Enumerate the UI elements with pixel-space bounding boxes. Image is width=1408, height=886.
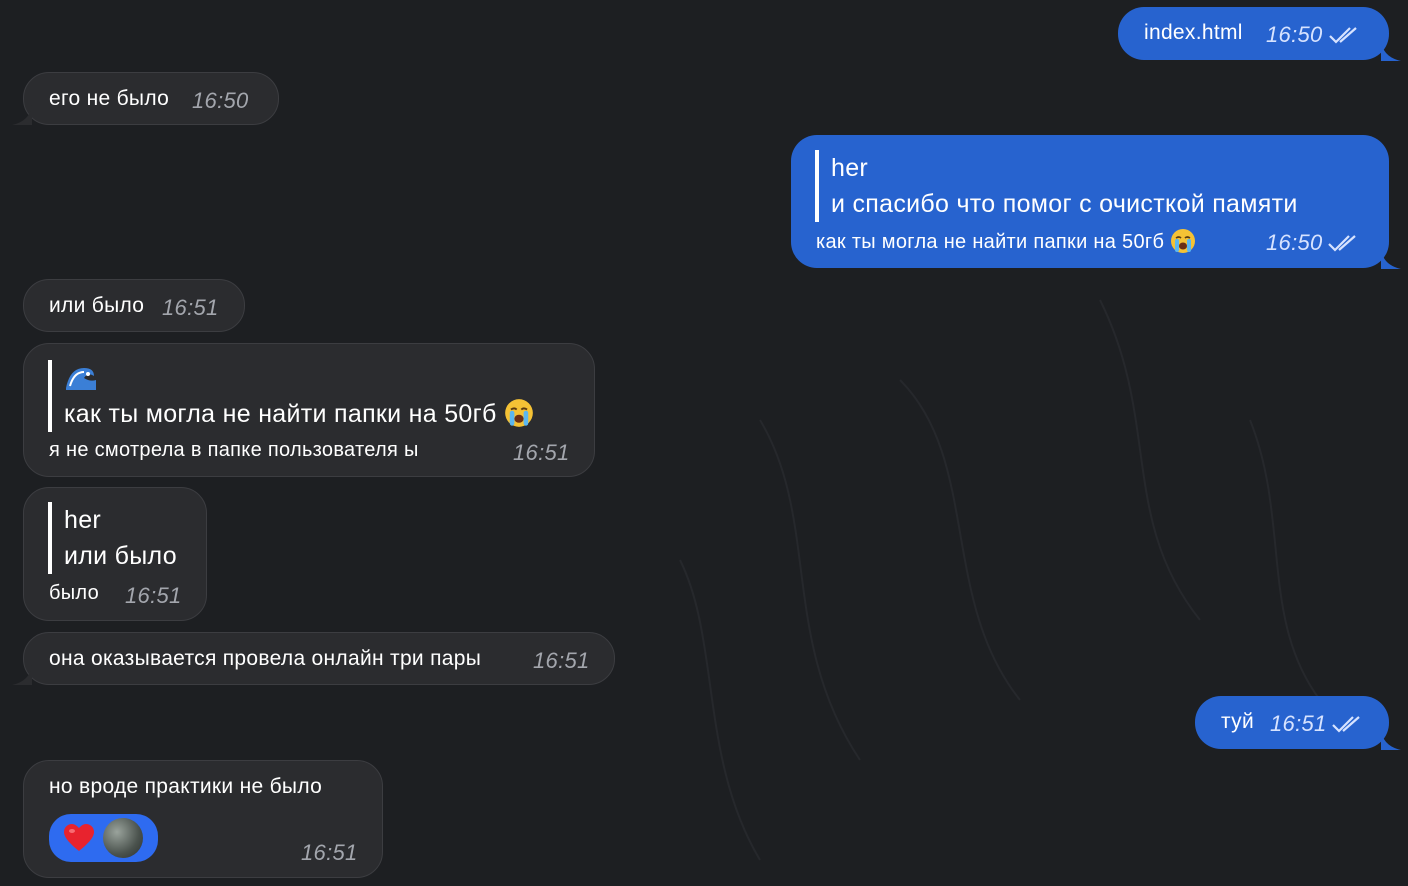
message-time: 16:50 — [192, 88, 249, 113]
message-text: она оказывается провела онлайн три пары — [49, 647, 482, 670]
incoming-message[interactable]: она оказывается провела онлайн три пары … — [12, 632, 615, 685]
reply-quote[interactable]: her или было — [48, 502, 177, 574]
bubble-tail — [1381, 41, 1401, 61]
reply-author: her — [64, 506, 102, 534]
message-text: но вроде практики не было — [49, 775, 323, 798]
message-text: туй — [1221, 710, 1254, 733]
reply-author: her — [831, 154, 869, 182]
message-time: 16:50 — [1266, 230, 1323, 255]
reply-emoji — [64, 360, 534, 396]
reply-text: и спасибо что помог с очисткой памяти — [831, 190, 1298, 218]
bubble-tail — [12, 665, 32, 685]
read-check-icon — [1328, 235, 1356, 252]
incoming-message[interactable]: его не было 16:50 — [12, 72, 279, 125]
message-time: 16:51 — [162, 295, 219, 320]
incoming-reply-message[interactable]: her или было было 16:51 — [23, 487, 207, 621]
read-check-icon — [1329, 27, 1357, 44]
message-time: 16:51 — [301, 840, 358, 865]
message-text: index.html — [1144, 21, 1243, 44]
message-time: 16:51 — [533, 648, 590, 673]
outgoing-reply-message[interactable]: her и спасибо что помог с очисткой памят… — [791, 135, 1401, 269]
reply-quote[interactable]: как ты могла не найти папки на 50гб — [48, 360, 534, 432]
message-time: 16:51 — [513, 440, 570, 465]
message-time: 16:50 — [1266, 22, 1323, 47]
reaction-pill[interactable] — [49, 814, 158, 862]
loudly-crying-face-icon — [505, 399, 533, 427]
message-text: я не смотрела в папке пользователя ы — [49, 439, 419, 461]
bubble-tail — [1381, 730, 1401, 750]
reply-text-content: как ты могла не найти папки на 50гб — [64, 400, 497, 428]
incoming-reply-message[interactable]: как ты могла не найти папки на 50гб я не… — [23, 343, 595, 477]
loudly-crying-face-icon — [1171, 229, 1196, 253]
outgoing-message[interactable]: туй 16:51 — [1195, 696, 1401, 750]
message-text-content: как ты могла не найти папки на 50гб — [816, 231, 1165, 253]
bubble-tail — [12, 105, 32, 125]
incoming-message[interactable]: или было 16:51 — [23, 279, 245, 332]
message-time: 16:51 — [1270, 711, 1327, 736]
message-time: 16:51 — [125, 583, 182, 608]
wave-icon — [66, 368, 96, 390]
bubble-tail — [1381, 249, 1401, 269]
red-heart-icon — [64, 824, 94, 851]
reactor-avatar[interactable] — [103, 818, 143, 858]
incoming-message-with-reaction[interactable]: но вроде практики не было 16:51 — [23, 760, 383, 878]
message-text: его не было — [49, 87, 170, 110]
reply-quote[interactable]: her и спасибо что помог с очисткой памят… — [815, 150, 1298, 222]
message-text: как ты могла не найти папки на 50гб — [816, 228, 1196, 254]
read-check-icon — [1332, 716, 1360, 733]
outgoing-message-index-html[interactable]: index.html 16:50 — [1118, 7, 1401, 61]
message-text: было — [49, 582, 100, 604]
reply-text: как ты могла не найти папки на 50гб — [64, 396, 534, 432]
message-text: или было — [49, 294, 145, 317]
reply-text: или было — [64, 542, 177, 570]
